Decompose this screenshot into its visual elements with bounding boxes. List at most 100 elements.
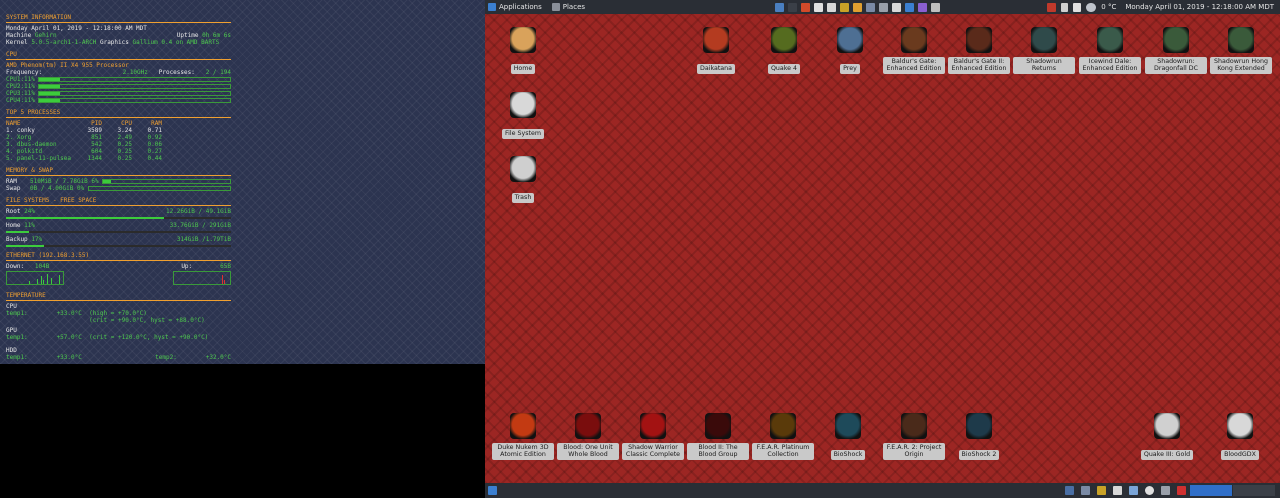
- process-row: 2. Xorg 851 2.49 0.92: [6, 134, 231, 141]
- cpu-core-label: CPU2:: [6, 83, 25, 90]
- desktop-icon-label: F.E.A.R. 2: Project Origin: [883, 442, 945, 460]
- tray-app-icon[interactable]: [1097, 486, 1106, 495]
- conky-background: SYSTEM INFORMATION Monday April 01, 2019…: [0, 0, 485, 364]
- processes-label: Processes:: [158, 69, 195, 76]
- cpu-rule: [6, 59, 231, 60]
- desktop-icon[interactable]: Blood II: The Blood Group: [687, 413, 749, 460]
- filezilla-icon[interactable]: [801, 2, 811, 12]
- up-label: Up:: [181, 263, 193, 270]
- desktop-icon[interactable]: Baldur's Gate II: Enhanced Edition: [948, 27, 1010, 74]
- cpu-temp-label: CPU: [6, 303, 17, 310]
- process-column-header: RAM: [151, 120, 162, 127]
- terminal-icon[interactable]: [788, 2, 798, 12]
- gpu-temp-label: GPU: [6, 327, 17, 334]
- desktop-icon[interactable]: Shadow Warrior Classic Complete: [622, 413, 684, 460]
- desktop-icon[interactable]: Quake III: Gold: [1136, 413, 1198, 460]
- desktop-icon-label: Home: [510, 64, 536, 74]
- tray-app-icon[interactable]: [1113, 486, 1122, 495]
- process-cell: 542: [91, 141, 102, 148]
- image-viewer-icon[interactable]: [827, 2, 837, 12]
- bottom-panel: [485, 483, 1280, 498]
- process-row: 1. conky 3589 3.24 0.71: [6, 127, 231, 134]
- desktop-icon[interactable]: Home: [492, 27, 554, 74]
- memory-rule: [6, 175, 231, 176]
- filesystem-name: Backup: [6, 236, 28, 243]
- desktop-icon[interactable]: BioShock 2: [948, 413, 1010, 460]
- desktop-icon[interactable]: Blood: One Unit Whole Blood: [557, 413, 619, 460]
- cpu-cores: CPU1: 11% CPU2: 11% CPU3: 11% CPU4: 11%: [6, 76, 231, 104]
- tray-app-icon[interactable]: [1081, 486, 1090, 495]
- package-icon[interactable]: [879, 2, 889, 12]
- gpu-temp-line1: temp1: +57.0°C (crit = +120.0°C, hyst = …: [6, 334, 209, 341]
- printer-icon[interactable]: [892, 2, 902, 12]
- text-editor-icon[interactable]: [814, 2, 824, 12]
- cpu-core-value: 11%: [24, 97, 35, 104]
- process-cell: 0.25: [117, 155, 132, 162]
- processes-title: TOP 5 PROCESSES: [6, 109, 61, 116]
- places-menu[interactable]: Places: [551, 0, 595, 14]
- desktop[interactable]: Home Daikatana Quake 4 Prey Baldur's Gat…: [485, 14, 1280, 483]
- folder-icon[interactable]: [866, 2, 876, 12]
- desktop-icon[interactable]: Quake 4: [753, 27, 815, 74]
- gimp-icon[interactable]: [840, 2, 850, 12]
- desktop-icon[interactable]: Baldur's Gate: Enhanced Edition: [883, 27, 945, 74]
- tray-app-icon[interactable]: [1129, 486, 1138, 495]
- desktop-icon[interactable]: Trash: [492, 156, 554, 203]
- mail-icon[interactable]: [918, 2, 928, 12]
- desktop-icon[interactable]: Shadowrun: Dragonfall DC: [1145, 27, 1207, 74]
- flag-icon[interactable]: [1047, 2, 1057, 12]
- cpu-core-bar-fill: [39, 99, 60, 102]
- app-icon: [1228, 27, 1254, 53]
- desktop-icon[interactable]: Shadowrun Returns: [1013, 27, 1075, 74]
- volume-icon[interactable]: [1073, 2, 1082, 12]
- filesystem-bar: [6, 217, 231, 219]
- desktop-icon[interactable]: Shadowrun Hong Kong Extended: [1210, 27, 1272, 74]
- desktop-icon[interactable]: File System: [492, 92, 554, 139]
- top-panel: Applications Places 0 °C Monday April 01…: [485, 0, 1280, 14]
- workspace-2[interactable]: [1233, 485, 1275, 496]
- tray-app-icon[interactable]: [1161, 486, 1170, 495]
- desktop-icon[interactable]: BloodGDX: [1209, 413, 1271, 460]
- frequency-label: Frequency:: [6, 69, 43, 76]
- desktop-icon[interactable]: F.E.A.R. Platinum Collection: [752, 413, 814, 460]
- show-desktop-icon[interactable]: [488, 486, 497, 495]
- desktop-icon[interactable]: Prey: [819, 27, 881, 74]
- desktop-icon-label: File System: [501, 129, 545, 139]
- desktop-icon[interactable]: F.E.A.R. 2: Project Origin: [883, 413, 945, 460]
- download-spike: [51, 278, 52, 284]
- desktop-icon[interactable]: Icewind Dale: Enhanced Edition: [1079, 27, 1141, 74]
- tray-app-icon[interactable]: [1065, 486, 1074, 495]
- files-icon[interactable]: [775, 2, 785, 12]
- calculator-icon[interactable]: [931, 2, 941, 12]
- pen-icon[interactable]: [1061, 2, 1069, 12]
- app-icon: [1097, 27, 1123, 53]
- tray-app-icon[interactable]: [1145, 486, 1154, 495]
- app-icon: [770, 413, 796, 439]
- weather-icon[interactable]: [1086, 2, 1097, 12]
- process-cell: 604: [91, 148, 102, 155]
- workspace-1[interactable]: [1190, 485, 1232, 496]
- processes-header: NAME PID CPU RAM: [6, 120, 231, 127]
- left-monitor: SYSTEM INFORMATION Monday April 01, 2019…: [0, 0, 485, 498]
- archive-icon[interactable]: [853, 2, 863, 12]
- temperature-title: TEMPERATURE: [6, 292, 46, 299]
- bluetooth-icon[interactable]: [905, 2, 915, 12]
- desktop-icon[interactable]: Daikatana: [685, 27, 747, 74]
- desktop-icon-label: Shadowrun Hong Kong Extended: [1210, 56, 1272, 74]
- process-cell: 1. conky: [6, 127, 35, 134]
- ram-bar: [102, 179, 231, 184]
- applications-menu[interactable]: Applications: [488, 0, 552, 14]
- desktop-icon-label: BloodGDX: [1221, 450, 1259, 460]
- cpu-core-value: 11%: [24, 83, 35, 90]
- cpu-core-row: CPU3: 11%: [6, 90, 231, 97]
- process-cell: 0.06: [147, 141, 162, 148]
- cpu-core-bar-fill: [39, 85, 60, 88]
- clock[interactable]: Monday April 01, 2019 - 12:18:00 AM MDT: [1125, 3, 1274, 11]
- desktop-icon[interactable]: BioShock: [817, 413, 879, 460]
- filesystem-bar-fill: [6, 217, 164, 219]
- desktop-icon-label: Daikatana: [696, 64, 736, 74]
- close-icon[interactable]: [1177, 486, 1186, 495]
- desktop-icon[interactable]: Duke Nukem 3D Atomic Edition: [492, 413, 554, 460]
- filesystem-entry: Backup 17% 314GiB /1.79TiB: [6, 236, 231, 247]
- kernel-label: Kernel: [6, 39, 28, 46]
